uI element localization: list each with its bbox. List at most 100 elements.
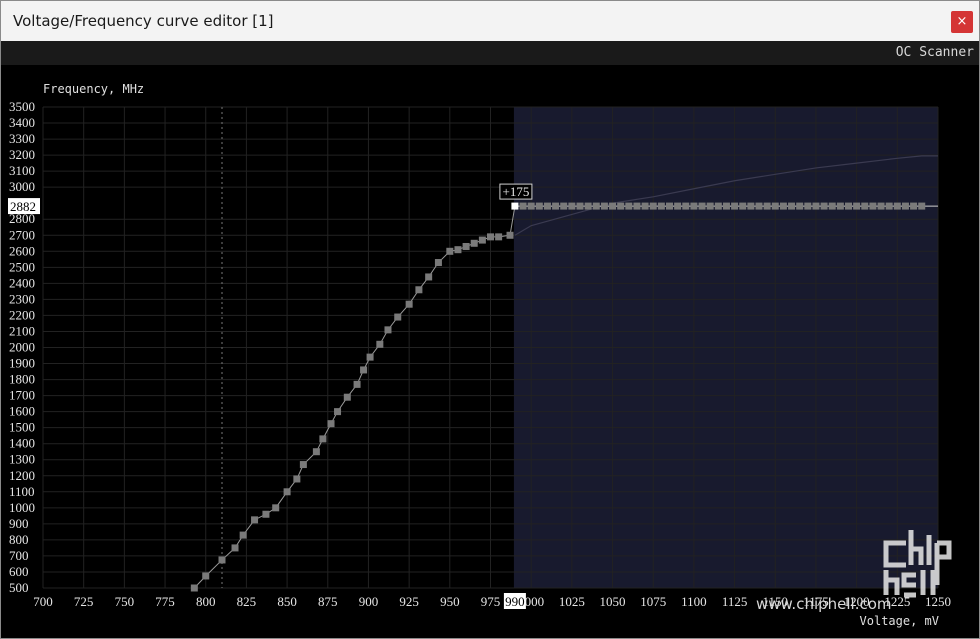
curve-point[interactable] [376, 340, 384, 348]
vf-curve-chart[interactable]: 5006007008009001000110012001300140015001… [1, 65, 979, 638]
y-tick-label: 2000 [9, 340, 35, 355]
curve-point[interactable] [682, 202, 690, 210]
curve-point[interactable] [366, 353, 374, 361]
curve-point[interactable] [617, 202, 625, 210]
y-tick-label: 2500 [9, 259, 35, 274]
curve-point[interactable] [853, 202, 861, 210]
curve-point[interactable] [425, 273, 433, 281]
curve-point[interactable] [633, 202, 641, 210]
curve-point[interactable] [576, 202, 584, 210]
curve-point[interactable] [415, 286, 423, 294]
window-title: Voltage/Frequency curve editor [1] [13, 12, 274, 30]
curve-point[interactable] [319, 435, 327, 443]
curve-point[interactable] [434, 259, 442, 267]
curve-point[interactable] [885, 202, 893, 210]
curve-point[interactable] [334, 408, 342, 416]
curve-point[interactable] [506, 231, 514, 239]
curve-point[interactable] [272, 504, 280, 512]
curve-point[interactable] [251, 516, 259, 524]
curve-point[interactable] [657, 202, 665, 210]
curve-point[interactable] [394, 313, 402, 321]
locked-curve-point[interactable] [511, 202, 519, 210]
curve-point[interactable] [861, 202, 869, 210]
curve-point[interactable] [845, 202, 852, 210]
curve-point[interactable] [796, 202, 804, 210]
curve-point[interactable] [771, 202, 779, 210]
curve-point[interactable] [625, 202, 633, 210]
curve-point[interactable] [543, 202, 551, 210]
curve-point[interactable] [312, 448, 320, 456]
curve-point[interactable] [731, 202, 739, 210]
curve-point[interactable] [454, 246, 462, 254]
close-button[interactable]: × [951, 11, 973, 33]
curve-point[interactable] [910, 202, 918, 210]
oc-scanner-button[interactable]: OC Scanner [896, 45, 974, 60]
curve-point[interactable] [674, 202, 682, 210]
curve-point[interactable] [405, 300, 413, 308]
y-tick-label: 1000 [9, 500, 35, 515]
curve-point[interactable] [218, 556, 226, 564]
curve-point[interactable] [239, 531, 247, 539]
curve-point[interactable] [327, 420, 335, 428]
curve-point[interactable] [262, 510, 270, 518]
curve-point[interactable] [495, 233, 503, 241]
x-tick-label: 775 [155, 594, 175, 609]
x-tick-label: 1025 [559, 594, 585, 609]
curve-point[interactable] [527, 202, 535, 210]
curve-point[interactable] [293, 475, 301, 483]
curve-point[interactable] [592, 202, 600, 210]
curve-point[interactable] [828, 202, 836, 210]
curve-point[interactable] [739, 202, 747, 210]
curve-point[interactable] [918, 202, 926, 210]
curve-point[interactable] [343, 393, 351, 401]
curve-point[interactable] [231, 544, 239, 552]
curve-point[interactable] [755, 202, 763, 210]
curve-point[interactable] [877, 202, 885, 210]
curve-point[interactable] [600, 202, 608, 210]
curve-point[interactable] [487, 233, 494, 241]
curve-point[interactable] [462, 242, 470, 250]
curve-point[interactable] [714, 202, 722, 210]
curve-point[interactable] [836, 202, 844, 210]
y-tick-label: 1700 [9, 388, 35, 403]
curve-point[interactable] [893, 202, 901, 210]
y-tick-label: 3200 [9, 147, 35, 162]
curve-point[interactable] [360, 366, 368, 374]
curve-point[interactable] [584, 202, 592, 210]
curve-point[interactable] [552, 202, 560, 210]
curve-point[interactable] [779, 202, 787, 210]
curve-point[interactable] [609, 202, 617, 210]
curve-point[interactable] [190, 584, 198, 592]
curve-point[interactable] [649, 202, 657, 210]
curve-point[interactable] [763, 202, 771, 210]
curve-point[interactable] [283, 488, 291, 496]
curve-point[interactable] [747, 202, 755, 210]
curve-point[interactable] [446, 247, 454, 255]
curve-point[interactable] [706, 202, 714, 210]
curve-point[interactable] [202, 572, 210, 580]
curve-point[interactable] [519, 202, 527, 210]
curve-point[interactable] [820, 202, 828, 210]
curve-point[interactable] [698, 202, 706, 210]
curve-point[interactable] [353, 380, 361, 388]
curve-point[interactable] [568, 202, 576, 210]
curve-point[interactable] [869, 202, 877, 210]
curve-point[interactable] [299, 461, 307, 469]
x-tick-label: 825 [237, 594, 257, 609]
curve-point[interactable] [722, 202, 730, 210]
curve-point[interactable] [804, 202, 812, 210]
curve-point[interactable] [641, 202, 649, 210]
curve-point[interactable] [901, 202, 909, 210]
y-tick-label: 3500 [9, 99, 35, 114]
curve-point[interactable] [535, 202, 543, 210]
curve-point[interactable] [560, 202, 568, 210]
curve-point[interactable] [470, 239, 478, 247]
title-bar: Voltage/Frequency curve editor [1] × [1, 1, 979, 41]
curve-point[interactable] [666, 202, 673, 210]
curve-point[interactable] [478, 236, 486, 244]
curve-point[interactable] [788, 202, 796, 210]
curve-point[interactable] [384, 326, 392, 334]
curve-point[interactable] [812, 202, 820, 210]
x-tick-label: 975 [481, 594, 501, 609]
curve-point[interactable] [690, 202, 698, 210]
